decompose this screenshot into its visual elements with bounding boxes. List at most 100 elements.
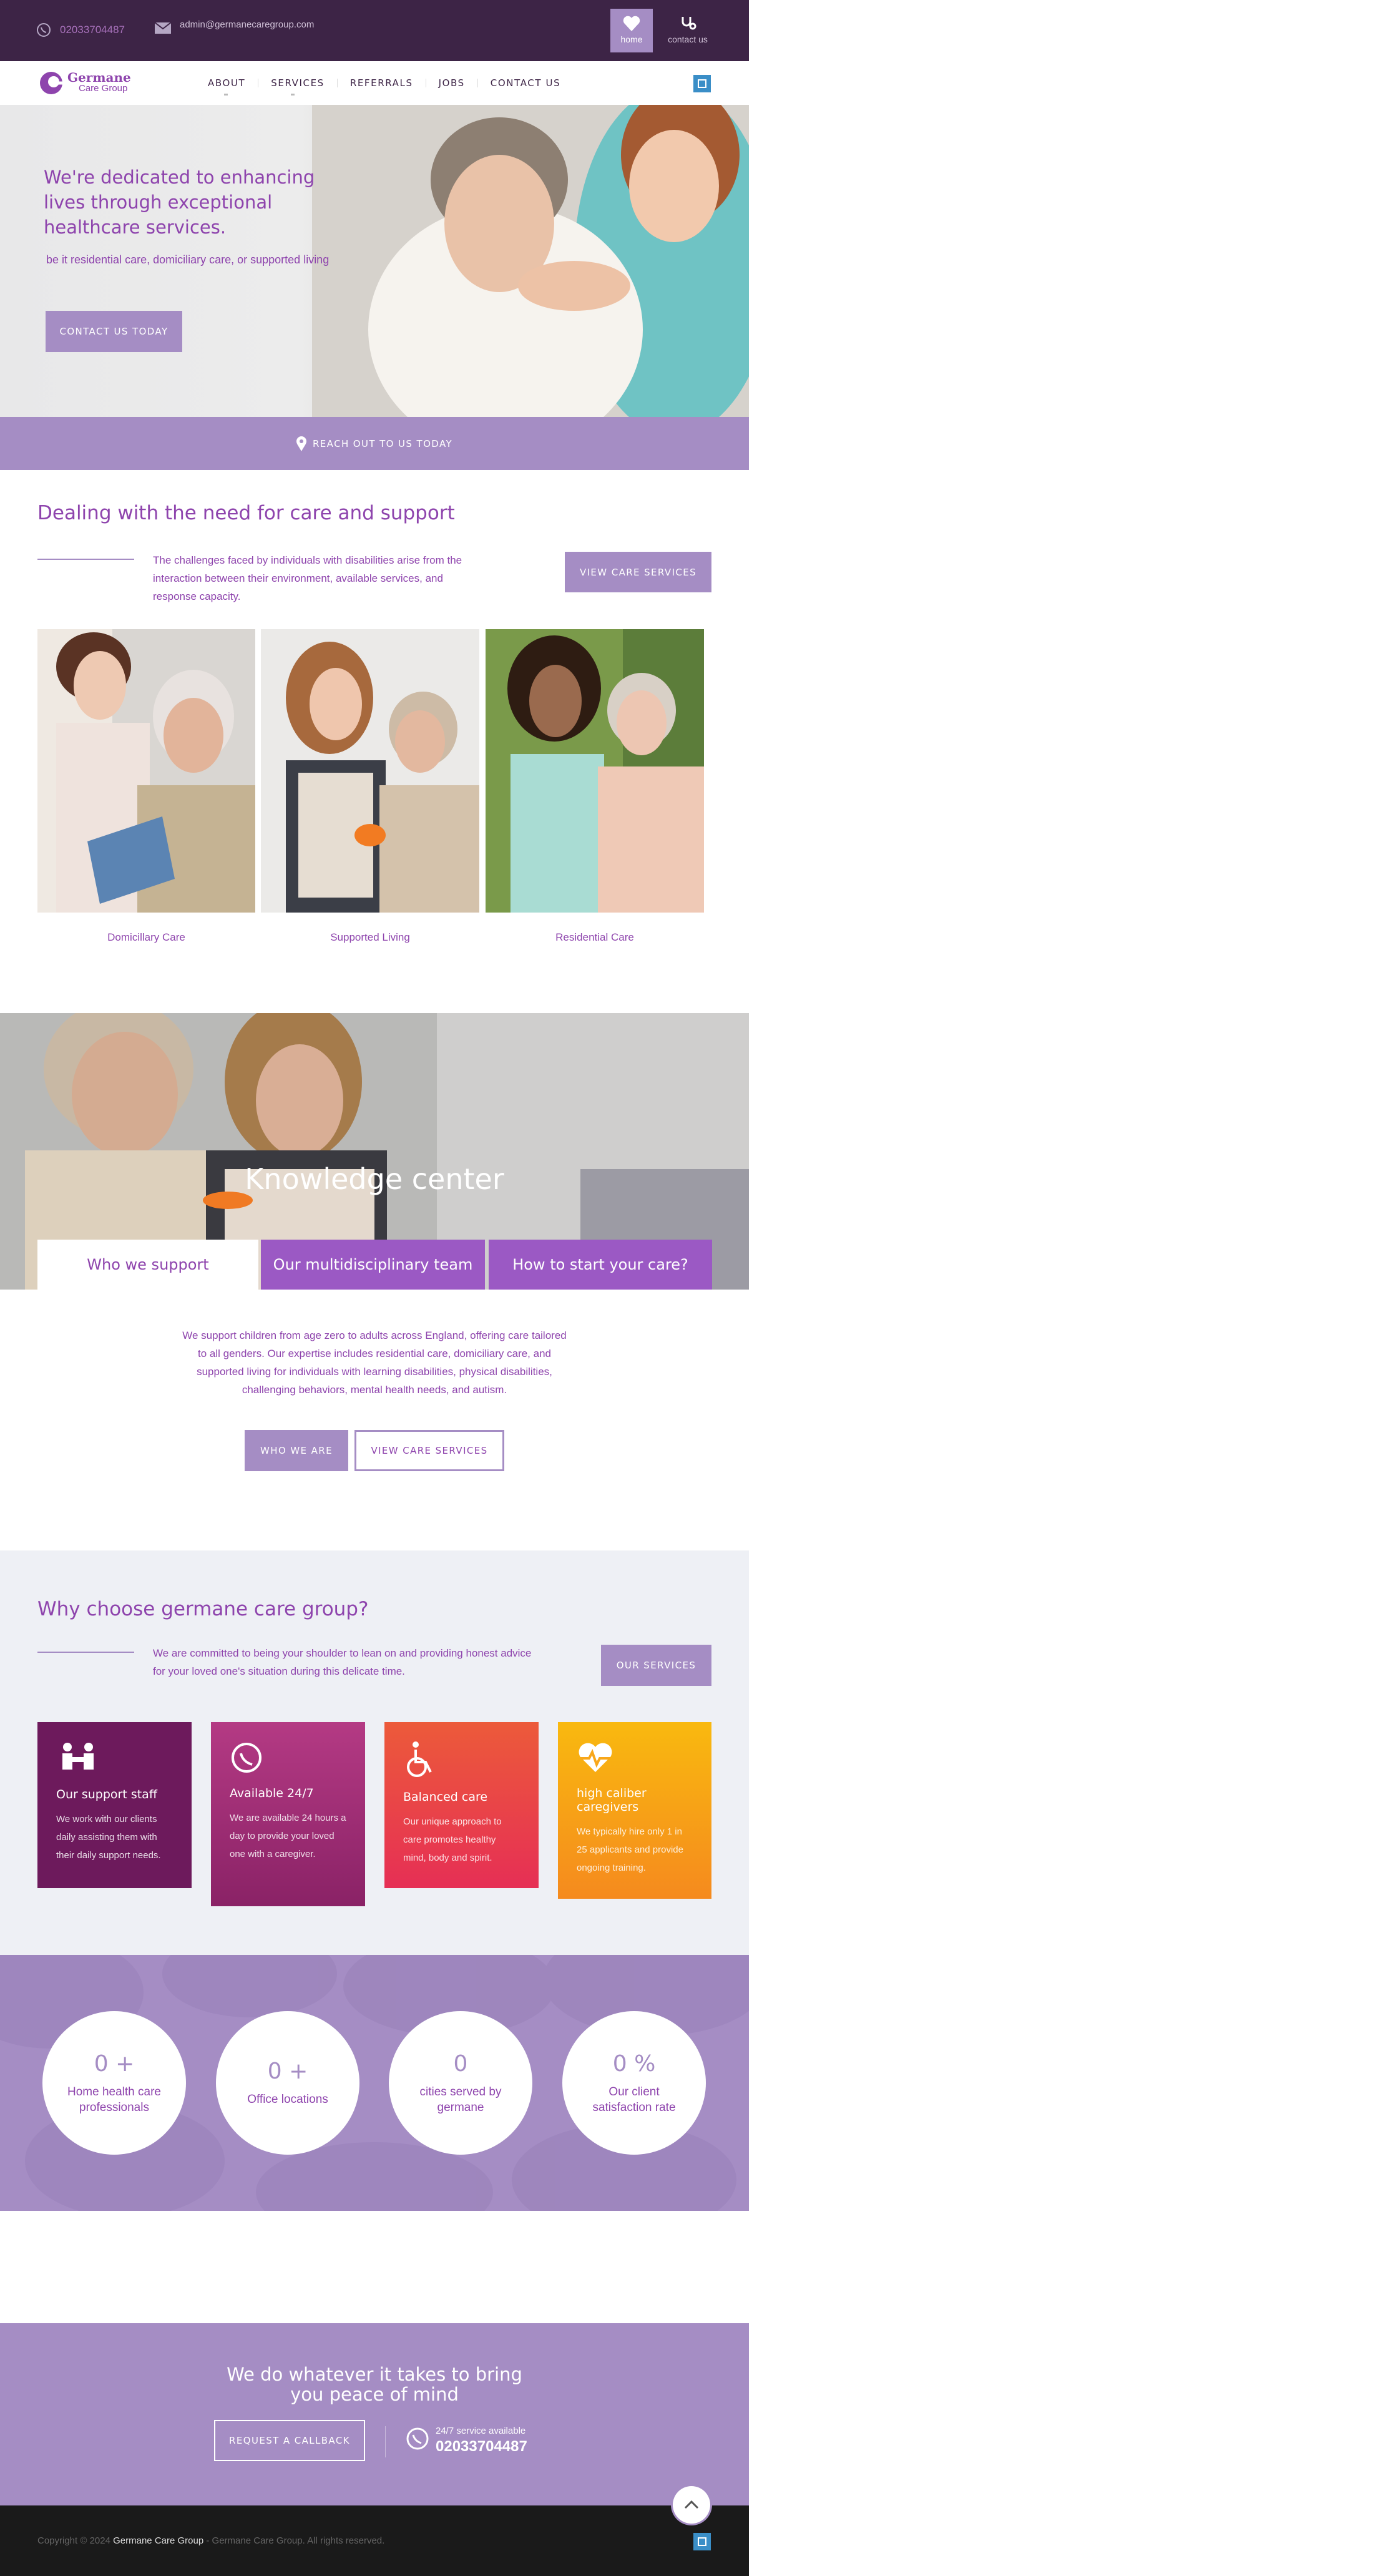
tab-how-to-start-care[interactable]: How to start your care? [489, 1240, 712, 1290]
supported-living-photo [261, 629, 479, 913]
feature-title: high caliber caregivers [577, 1786, 647, 1814]
heartbeat-icon [579, 1743, 612, 1772]
hero-title: We're dedicated to enhancing lives throu… [44, 167, 315, 238]
cta-section: We do whatever it takes to bring you pea… [0, 2323, 749, 2505]
copyright-prefix: Copyright © 2024 [37, 2535, 110, 2546]
grid-icon [698, 79, 706, 88]
home-button[interactable]: home [610, 9, 653, 52]
nav-jobs[interactable]: JOBS [439, 77, 465, 89]
support-staff-icon [62, 1743, 94, 1770]
stat-client-satisfaction: 0 % Our client satisfaction rate [562, 2011, 706, 2155]
stat-value: 0 % [612, 2050, 656, 2077]
copyright: Copyright © 2024 Germane Care Group - Ge… [37, 2535, 384, 2546]
hero-subtitle: be it residential care, domiciliary care… [46, 253, 330, 266]
stat-label: Our client satisfaction rate [592, 2085, 676, 2114]
why-divider [37, 1652, 134, 1653]
service-availability: 24/7 service available [436, 2426, 526, 2436]
who-we-are-button[interactable]: WHO WE ARE [245, 1430, 348, 1471]
footer: Copyright © 2024 Germane Care Group - Ge… [0, 2505, 749, 2576]
stat-value: 0 + [267, 2059, 308, 2084]
feature-text: We typically hire only 1 in 25 applicant… [577, 1826, 683, 1873]
envelope-icon [155, 22, 171, 34]
knowledge-text: We support children from age zero to adu… [182, 1330, 567, 1396]
care-heading: Dealing with the need for care and suppo… [37, 502, 455, 524]
email-contact[interactable]: admin@germanecaregroup.com [155, 19, 314, 34]
nav-referrals[interactable]: REFERRALS [350, 77, 413, 89]
nav-services[interactable]: SERVICES [271, 77, 325, 89]
feature-card-balanced-care: Balanced care Our unique approach to car… [384, 1722, 539, 1888]
feature-title: Available 24/7 [230, 1786, 314, 1800]
stat-label: Home health care professionals [67, 2085, 161, 2114]
care-divider [37, 559, 134, 560]
residential-care-photo [486, 629, 704, 913]
view-care-services-outline-button[interactable]: VIEW CARE SERVICES [354, 1430, 504, 1471]
stat-office-locations: 0 + Office locations [216, 2011, 359, 2155]
stats-section: 0 + Home health care professionals 0 + O… [0, 1955, 749, 2211]
wheelchair-icon [407, 1741, 432, 1777]
reach-out-text: REACH OUT TO US TODAY [312, 438, 453, 449]
feature-title: Our support staff [56, 1788, 157, 1801]
nav-contact-us[interactable]: CONTACT US [491, 77, 560, 89]
brand-name: Germane [67, 70, 131, 85]
nav-divider [336, 79, 338, 87]
whatsapp-icon [37, 23, 51, 37]
supported-living-label[interactable]: Supported Living [261, 931, 479, 944]
email-address[interactable]: admin@germanecaregroup.com [180, 19, 314, 30]
whatsapp-icon [232, 1743, 261, 1773]
menu-toggle-button[interactable] [693, 75, 711, 92]
chevron-up-icon [684, 2500, 699, 2509]
phone-number[interactable]: 02033704487 [60, 24, 125, 36]
feature-title: Balanced care [403, 1790, 488, 1804]
contact-us-today-button[interactable]: CONTACT US TODAY [46, 311, 182, 352]
domiciliary-care-photo [37, 629, 255, 913]
brand-subname: Care Group [79, 83, 128, 94]
feature-card-support-staff: Our support staff We work with our clien… [37, 1722, 192, 1888]
stethoscope-icon [682, 17, 696, 30]
nav-divider [477, 79, 478, 87]
feature-text: Our unique approach to care promotes hea… [403, 1816, 502, 1863]
stat-value: 0 [453, 2050, 468, 2077]
nav-menu: ABOUT SERVICES REFERRALS JOBS CONTACT US [208, 77, 560, 89]
services-dropdown-indicator [291, 94, 295, 95]
cta-phone-number[interactable]: 02033704487 [436, 2438, 527, 2456]
our-services-button[interactable]: OUR SERVICES [601, 1645, 711, 1686]
copyright-suffix: - Germane Care Group. All rights reserve… [206, 2535, 385, 2546]
copyright-company-link[interactable]: Germane Care Group [113, 2535, 203, 2546]
feature-text: We work with our clients daily assisting… [56, 1814, 161, 1861]
tab-who-we-support[interactable]: Who we support [37, 1240, 258, 1290]
care-text: The challenges faced by individuals with… [153, 554, 462, 602]
brand-logo[interactable]: Germane Care Group [39, 70, 131, 96]
tab-multidisciplinary-team[interactable]: Our multidisciplinary team [261, 1240, 485, 1290]
request-callback-button[interactable]: REQUEST A CALLBACK [214, 2420, 365, 2461]
domiciliary-care-label[interactable]: Domicillary Care [37, 931, 255, 944]
feature-card-high-caliber-caregivers: high caliber caregivers We typically hir… [558, 1722, 711, 1899]
hero-photo [312, 105, 749, 417]
footer-menu-button[interactable] [693, 2533, 711, 2550]
cta-title: We do whatever it takes to bring you pea… [227, 2364, 522, 2405]
view-care-services-button[interactable]: VIEW CARE SERVICES [565, 552, 711, 592]
stat-health-professionals: 0 + Home health care professionals [42, 2011, 186, 2155]
feature-text: We are available 24 hours a day to provi… [230, 1813, 346, 1859]
residential-care-label[interactable]: Residential Care [486, 931, 704, 944]
feature-card-available-24-7: Available 24/7 We are available 24 hours… [211, 1722, 365, 1906]
about-dropdown-indicator [224, 94, 228, 95]
stat-cities-served: 0 cities served by germane [389, 2011, 532, 2155]
cta-divider [385, 2426, 386, 2457]
hero-section: We're dedicated to enhancing lives throu… [0, 105, 749, 417]
phone-contact[interactable]: 02033704487 [36, 22, 125, 37]
nav-about[interactable]: ABOUT [208, 77, 245, 89]
scroll-to-top-button[interactable] [673, 2486, 710, 2524]
home-label: home [620, 34, 643, 44]
logo-mark-icon [40, 72, 64, 94]
why-heading: Why choose germane care group? [37, 1598, 369, 1620]
heart-hand-icon [623, 16, 640, 31]
grid-icon [698, 2537, 706, 2546]
stat-value: 0 + [94, 2050, 135, 2077]
main-navigation: Germane Care Group ABOUT SERVICES REFERR… [0, 61, 749, 105]
top-bar: 02033704487 admin@germanecaregroup.com h… [0, 0, 749, 61]
map-pin-icon [296, 436, 306, 451]
why-text: We are committed to being your shoulder … [153, 1647, 532, 1677]
contact-us-button[interactable]: contact us [667, 9, 709, 52]
reach-out-banner[interactable]: REACH OUT TO US TODAY [0, 417, 749, 470]
contact-us-label: contact us [668, 34, 708, 44]
